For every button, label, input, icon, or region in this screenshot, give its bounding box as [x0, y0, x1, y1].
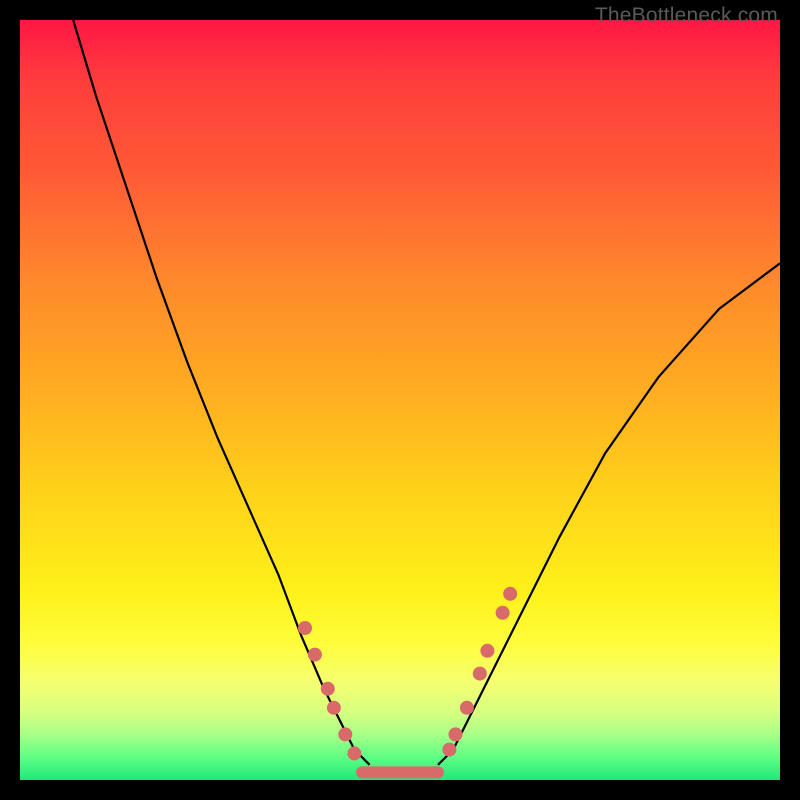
- watermark-text: TheBottleneck.com: [595, 4, 778, 28]
- curve-marker: [298, 621, 312, 635]
- plot-area: [20, 20, 780, 780]
- curve-marker: [460, 701, 474, 715]
- curve-marker: [308, 648, 322, 662]
- curve-marker: [449, 727, 463, 741]
- chart-svg: [20, 20, 780, 780]
- left-curve: [73, 20, 369, 765]
- curve-marker: [347, 746, 361, 760]
- right-curve: [438, 263, 780, 765]
- curve-marker: [321, 682, 335, 696]
- curve-marker: [480, 644, 494, 658]
- markers-left: [298, 621, 361, 760]
- curve-marker: [327, 701, 341, 715]
- curve-marker: [503, 587, 517, 601]
- chart-canvas: TheBottleneck.com: [0, 0, 800, 800]
- curve-marker: [442, 743, 456, 757]
- markers-right: [442, 587, 517, 757]
- curve-marker: [473, 667, 487, 681]
- curve-marker: [496, 606, 510, 620]
- curve-marker: [338, 727, 352, 741]
